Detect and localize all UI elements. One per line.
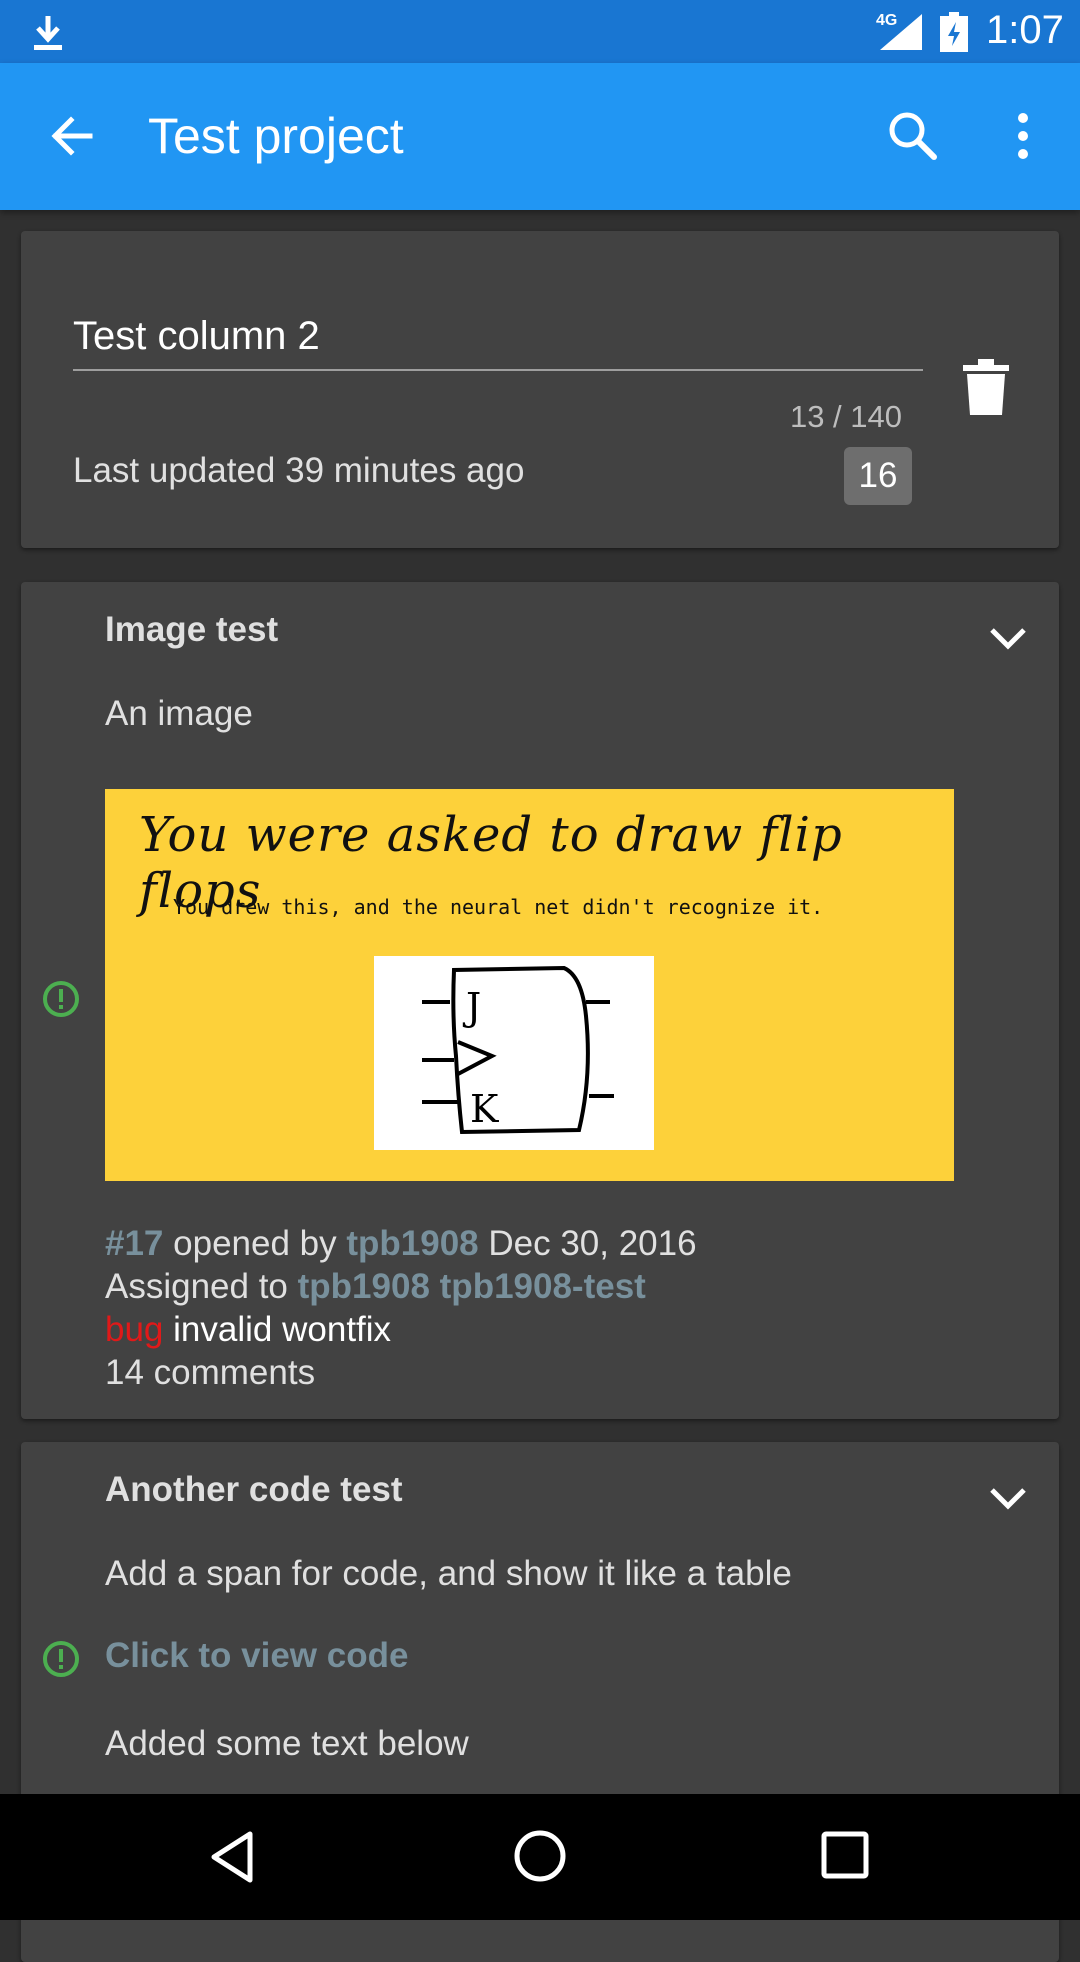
nav-recents-icon[interactable]: [820, 1830, 870, 1880]
status-bar: 4G 1:07: [0, 0, 1080, 63]
issue-opened-row: #17 opened by tpb1908 Dec 30, 2016: [105, 1222, 697, 1265]
character-counter: 13 / 140: [789, 399, 902, 434]
drawing-label-j: J: [462, 985, 481, 1029]
assigned-to-text: Assigned to: [105, 1267, 288, 1306]
assignees-row: Assigned to tpb1908 tpb1908-test: [105, 1265, 697, 1308]
drawing-label-k: K: [470, 1087, 499, 1131]
column-header-card: 13 / 140 Last updated 39 minutes ago 16: [21, 231, 1059, 548]
issue-card[interactable]: Image test An image You were asked to dr…: [21, 582, 1059, 1419]
assignee-link[interactable]: tpb1908: [298, 1267, 430, 1306]
clock: 1:07: [986, 8, 1064, 52]
chevron-down-icon[interactable]: [986, 624, 1030, 654]
delete-icon[interactable]: [961, 359, 1011, 415]
label-invalid: invalid: [173, 1310, 273, 1349]
last-updated-text: Last updated 39 minutes ago: [73, 451, 525, 490]
column-name-input[interactable]: [73, 311, 923, 371]
flip-flop-drawing: J K: [374, 956, 654, 1150]
issue-body: An image: [105, 694, 253, 733]
issue-open-icon: [43, 981, 79, 1017]
signal-icon: [880, 14, 922, 50]
nav-back-icon[interactable]: [206, 1830, 260, 1884]
issue-meta: #17 opened by tpb1908 Dec 30, 2016 Assig…: [105, 1222, 697, 1394]
opened-by-text: opened by: [173, 1224, 337, 1263]
page-title: Test project: [148, 108, 404, 164]
issue-extra-text: Added some text below: [105, 1724, 469, 1763]
issue-body: Add a span for code, and show it like a …: [105, 1554, 792, 1593]
app-bar: Test project: [0, 63, 1080, 210]
issue-date: Dec 30, 2016: [488, 1224, 697, 1263]
card-count-badge: 16: [844, 447, 912, 505]
chevron-down-icon[interactable]: [986, 1484, 1030, 1514]
issue-number-link[interactable]: #17: [105, 1224, 163, 1263]
labels-row: bug invalid wontfix: [105, 1308, 697, 1351]
image-subtext: You drew this, and the neural net didn't…: [173, 895, 824, 919]
arrow-back-icon[interactable]: [40, 103, 106, 169]
more-vert-icon[interactable]: [990, 103, 1056, 169]
issue-title: Image test: [105, 610, 279, 649]
assignee-link[interactable]: tpb1908-test: [440, 1267, 646, 1306]
label-bug: bug: [105, 1310, 164, 1349]
comments-count: 14 comments: [105, 1353, 316, 1392]
label-wontfix: wontfix: [282, 1310, 392, 1349]
search-icon[interactable]: [880, 103, 946, 169]
battery-charging-icon: [940, 12, 968, 52]
issue-open-icon: [43, 1641, 79, 1677]
issue-title: Another code test: [105, 1470, 403, 1509]
author-link[interactable]: tpb1908: [346, 1224, 478, 1263]
issue-image[interactable]: You were asked to draw flip flops You dr…: [105, 789, 954, 1181]
download-icon: [34, 16, 62, 50]
nav-home-icon[interactable]: [512, 1828, 568, 1884]
view-code-link[interactable]: Click to view code: [105, 1636, 408, 1676]
system-nav-bar: [0, 1794, 1080, 1920]
